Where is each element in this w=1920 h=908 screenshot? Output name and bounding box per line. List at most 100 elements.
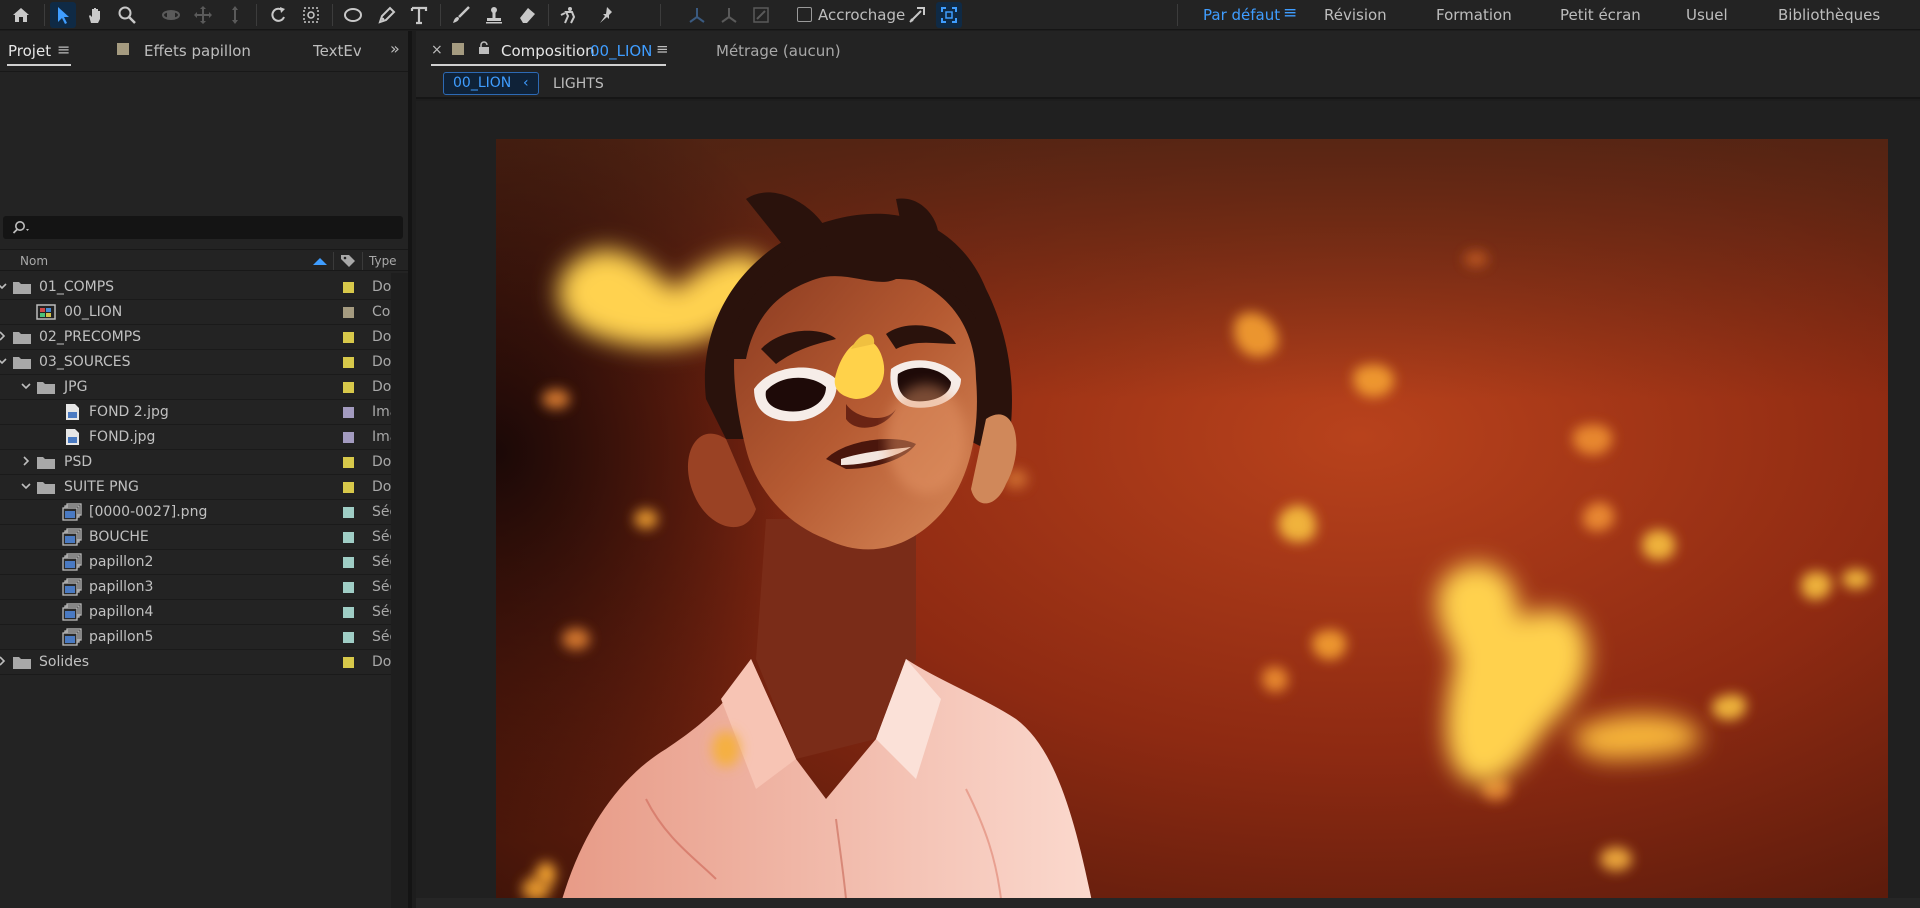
3d-axis-icon[interactable] <box>684 2 710 28</box>
label-color-swatch[interactable] <box>343 357 354 368</box>
label-color-swatch[interactable] <box>343 557 354 568</box>
snapping-checkbox[interactable] <box>797 7 812 22</box>
rotate-icon[interactable] <box>266 2 292 28</box>
project-item-row[interactable]: FOND.jpg Image <box>0 425 408 450</box>
search-icon <box>12 221 29 234</box>
puppet-pin-icon[interactable] <box>594 2 620 28</box>
project-item-row[interactable]: 00_LION Composition <box>0 300 408 325</box>
snap-options-icon[interactable] <box>904 2 930 28</box>
project-item-row[interactable]: papillon2 Séquence <box>0 550 408 575</box>
type-icon[interactable] <box>406 2 432 28</box>
project-search-input[interactable] <box>3 216 403 239</box>
project-item-row[interactable]: [0000-0027].png Séquence <box>0 500 408 525</box>
label-color-swatch[interactable] <box>343 457 354 468</box>
label-color-swatch[interactable] <box>343 482 354 493</box>
composition-tab-label[interactable]: Composition <box>501 42 595 60</box>
project-item-type: Dossier <box>372 329 391 345</box>
project-item-type: Séquence <box>372 629 391 645</box>
label-color-swatch[interactable] <box>343 407 354 418</box>
column-type[interactable]: Type <box>369 254 397 268</box>
project-item-name: JPG <box>64 379 88 395</box>
snap-frame-icon[interactable] <box>936 2 962 28</box>
pen-icon[interactable] <box>374 2 400 28</box>
chevron-right-icon[interactable] <box>0 330 8 342</box>
project-item-type: Dossier <box>372 454 391 470</box>
project-item-row[interactable]: PSD Dossier <box>0 450 408 475</box>
workspace-revision[interactable]: Révision <box>1324 6 1387 24</box>
project-scrollbar[interactable] <box>391 273 408 908</box>
folder-icon <box>37 382 55 394</box>
chevron-down-icon[interactable] <box>0 355 8 367</box>
roto-brush-icon[interactable] <box>556 2 582 28</box>
project-item-row[interactable]: 02_PRECOMPS Dossier <box>0 325 408 350</box>
label-color-swatch[interactable] <box>343 607 354 618</box>
project-item-row[interactable]: SUITE PNG Dossier <box>0 475 408 500</box>
composition-tab-name[interactable]: 00_LION <box>590 42 652 60</box>
project-item-row[interactable]: 03_SOURCES Dossier <box>0 350 408 375</box>
workspace-par-defaut[interactable]: Par défaut <box>1203 6 1280 24</box>
label-color-swatch[interactable] <box>343 332 354 343</box>
breadcrumb-lights[interactable]: LIGHTS <box>553 76 604 92</box>
chevron-down-icon[interactable] <box>20 380 32 392</box>
label-color-swatch[interactable] <box>343 382 354 393</box>
label-color-swatch[interactable] <box>343 282 354 293</box>
more-tabs-icon[interactable]: » <box>390 39 400 58</box>
tab-projet[interactable]: Projet <box>8 42 51 60</box>
project-item-name: 03_SOURCES <box>39 354 131 370</box>
lock-icon[interactable] <box>478 41 490 55</box>
brush-icon[interactable] <box>448 2 474 28</box>
eraser-icon[interactable] <box>514 2 540 28</box>
chevron-down-icon[interactable] <box>20 480 32 492</box>
workspace-usuel[interactable]: Usuel <box>1686 6 1728 24</box>
project-item-row[interactable]: 01_COMPS Dossier <box>0 275 408 300</box>
label-color-swatch[interactable] <box>343 432 354 443</box>
project-item-row[interactable]: FOND 2.jpg Image <box>0 400 408 425</box>
home-icon[interactable] <box>8 2 34 28</box>
close-tab-icon[interactable]: × <box>431 42 443 58</box>
view-axis-icon[interactable] <box>748 2 774 28</box>
workspace-bibliotheques[interactable]: Bibliothèques <box>1778 6 1880 24</box>
world-axis-icon[interactable] <box>716 2 742 28</box>
label-tag-icon[interactable] <box>340 254 356 268</box>
sort-ascending-icon[interactable] <box>312 257 328 265</box>
image-sequence-icon <box>62 553 82 571</box>
composition-viewer[interactable] <box>416 101 1920 908</box>
project-item-row[interactable]: papillon5 Séquence <box>0 625 408 650</box>
tab-effets-papillon[interactable]: Effets papillon <box>144 42 251 60</box>
clone-stamp-icon[interactable] <box>481 2 507 28</box>
tab-textevo[interactable]: TextEvo <box>313 42 361 60</box>
tab-metrage[interactable]: Métrage (aucun) <box>716 42 841 60</box>
projet-menu-icon[interactable]: ≡ <box>57 40 70 59</box>
label-color-swatch[interactable] <box>343 632 354 643</box>
breadcrumb-00-lion[interactable]: 00_LION ‹ <box>443 72 539 95</box>
project-item-row[interactable]: BOUCHE Séquence <box>0 525 408 550</box>
project-item-row[interactable]: JPG Dossier <box>0 375 408 400</box>
project-item-row[interactable]: papillon4 Séquence <box>0 600 408 625</box>
chevron-right-icon[interactable] <box>0 655 8 667</box>
column-nom[interactable]: Nom <box>20 254 48 268</box>
label-color-swatch[interactable] <box>343 532 354 543</box>
hand-icon[interactable] <box>82 2 108 28</box>
pan-camera-icon[interactable] <box>190 2 216 28</box>
label-color-swatch[interactable] <box>343 657 354 668</box>
workspace-petit-ecran[interactable]: Petit écran <box>1560 6 1641 24</box>
workspace-menu-icon[interactable]: ≡ <box>1283 3 1297 23</box>
label-color-swatch[interactable] <box>343 307 354 318</box>
zoom-icon[interactable] <box>114 2 140 28</box>
label-color-swatch[interactable] <box>343 582 354 593</box>
dolly-camera-icon[interactable] <box>222 2 248 28</box>
project-item-type: Dossier <box>372 279 391 295</box>
project-item-row[interactable]: papillon3 Séquence <box>0 575 408 600</box>
chevron-right-icon[interactable] <box>20 455 32 467</box>
pan-behind-icon[interactable] <box>298 2 324 28</box>
project-item-row[interactable]: Solides Dossier <box>0 650 408 675</box>
ellipse-icon[interactable] <box>340 2 366 28</box>
orbit-camera-icon[interactable] <box>158 2 184 28</box>
selection-arrow-icon[interactable] <box>50 2 76 28</box>
project-item-type: Dossier <box>372 354 391 370</box>
project-item-type: Séquence <box>372 504 391 520</box>
label-color-swatch[interactable] <box>343 507 354 518</box>
workspace-formation[interactable]: Formation <box>1436 6 1512 24</box>
composition-menu-icon[interactable]: ≡ <box>656 40 669 58</box>
chevron-down-icon[interactable] <box>0 280 8 292</box>
